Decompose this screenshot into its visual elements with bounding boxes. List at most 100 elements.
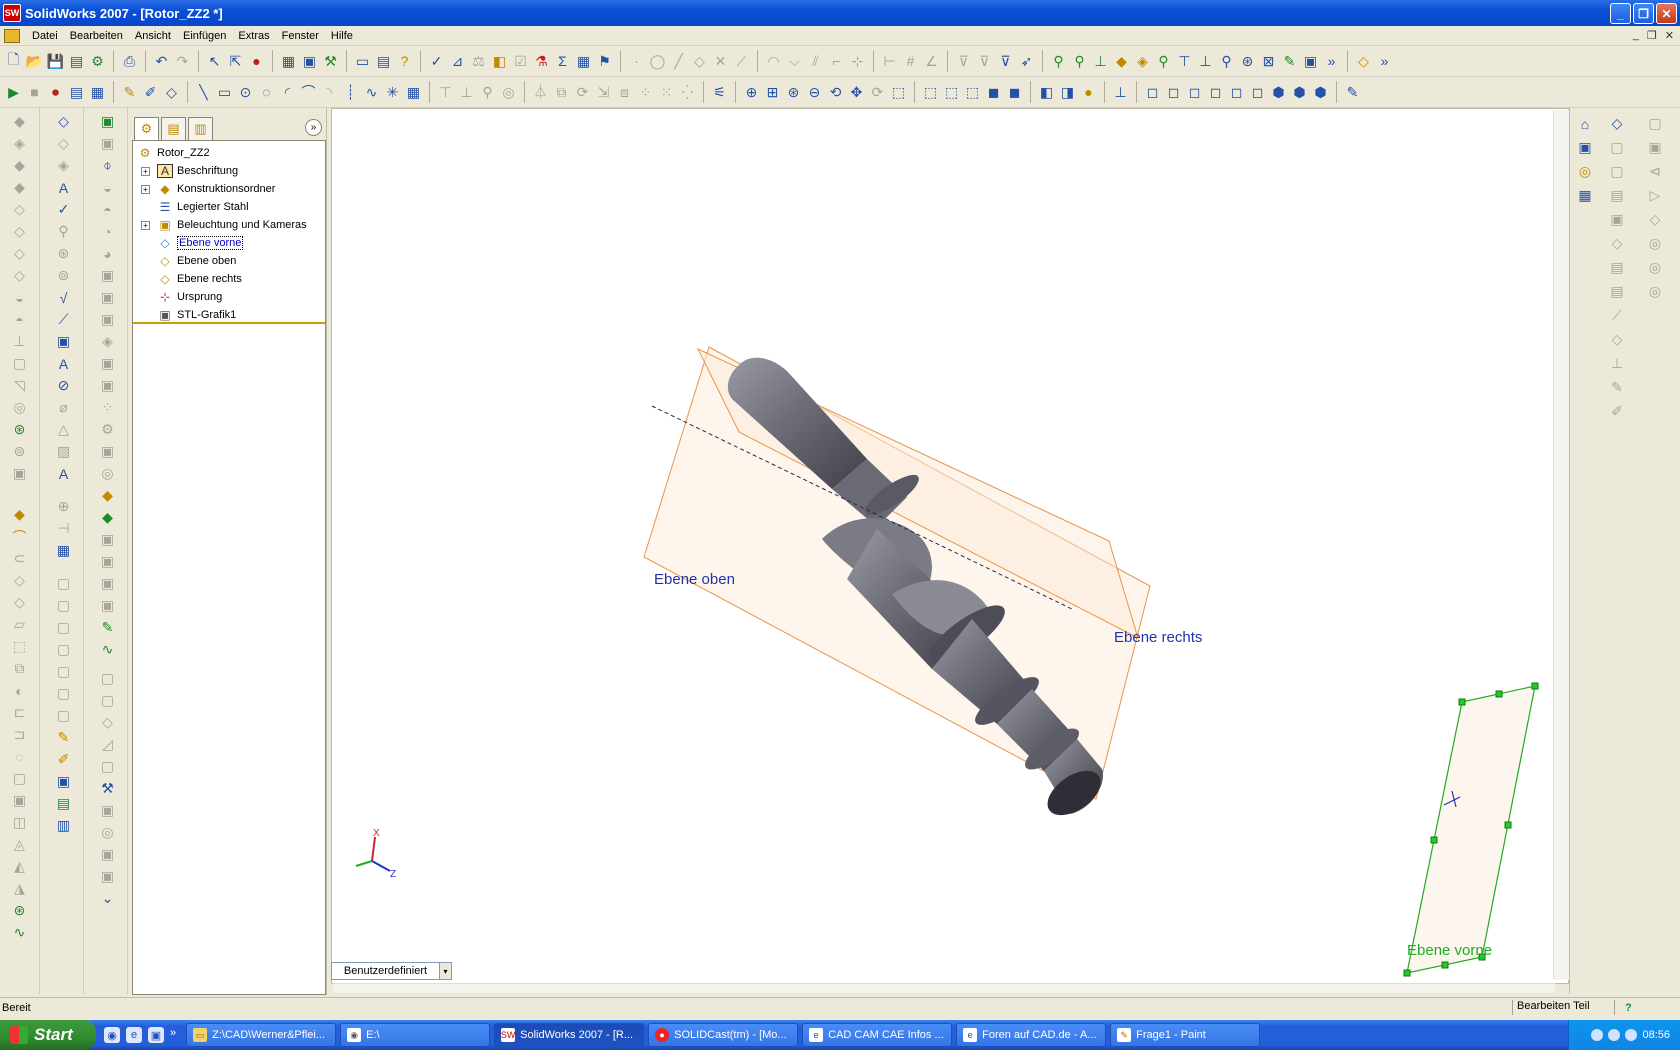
sheetmetal-4-icon[interactable]: ▷: [1646, 186, 1665, 205]
chamfer-icon[interactable]: ⌵: [785, 52, 804, 71]
bottom-view-icon[interactable]: ◻: [1248, 83, 1267, 102]
tray-app-icon[interactable]: [1625, 1029, 1638, 1041]
feature-6-icon[interactable]: ▣: [98, 442, 118, 461]
shut-off-icon[interactable]: ⌽: [98, 156, 118, 175]
drawing-view-4-icon[interactable]: ▣: [1608, 210, 1627, 229]
hidden-lines-removed-icon[interactable]: ⬚: [963, 83, 982, 102]
filter-notes-icon[interactable]: ⊥: [1196, 52, 1215, 71]
standard-views-icon[interactable]: ⬚: [889, 83, 908, 102]
drawing-view-2-icon[interactable]: ▢: [1608, 162, 1627, 181]
evaluate-icon[interactable]: ⚑: [595, 52, 614, 71]
line-tool-icon[interactable]: ╲: [194, 83, 213, 102]
table-annot-icon[interactable]: ▦: [54, 541, 74, 560]
mirror-icon[interactable]: ⏃: [531, 83, 550, 102]
filter-dimensions-icon[interactable]: ⊤: [1175, 52, 1194, 71]
revolve-cut-icon[interactable]: ◇: [10, 222, 30, 241]
filter-planes-icon[interactable]: ⚲: [1070, 52, 1089, 71]
polygon-icon[interactable]: ◇: [690, 52, 709, 71]
stop-icon[interactable]: ■: [25, 83, 44, 102]
knit-icon[interactable]: ⧉: [10, 659, 30, 678]
print-icon[interactable]: ⎙: [120, 52, 139, 71]
replace-face-icon[interactable]: ▣: [10, 791, 30, 810]
surface-extrude-icon[interactable]: ◆: [10, 505, 30, 524]
convert-icon[interactable]: ◎: [499, 83, 518, 102]
macro-icon[interactable]: ▤: [67, 83, 86, 102]
tree-item-ebene-rechts[interactable]: ◇ Ebene rechts: [133, 270, 325, 288]
zoom-selection-icon[interactable]: ⊖: [805, 83, 824, 102]
sheet-3-icon[interactable]: ▢: [54, 618, 74, 637]
surface-sweep-icon[interactable]: ⊂: [10, 549, 30, 568]
shadows-icon[interactable]: ◧: [1037, 83, 1056, 102]
filter-icon[interactable]: ⊽: [954, 52, 973, 71]
drawing-view-11-icon[interactable]: ✎: [1608, 378, 1627, 397]
table-icon[interactable]: ▦: [574, 52, 593, 71]
extrude-cut-icon[interactable]: ◇: [10, 200, 30, 219]
view-state-combo[interactable]: Benutzerdefiniert ▾: [331, 962, 452, 980]
rib-icon[interactable]: ⊥: [10, 332, 30, 351]
propertymanager-tab-icon[interactable]: ▤: [161, 117, 186, 140]
drawing-view-8-icon[interactable]: ⟋: [1608, 306, 1627, 325]
menu-fenster[interactable]: Fenster: [276, 30, 325, 42]
check-icon[interactable]: ☑: [511, 52, 530, 71]
draft-analysis-icon[interactable]: ▣: [98, 288, 118, 307]
three-point-arc-icon[interactable]: ⌒: [299, 83, 318, 102]
dropdown-arrow-icon[interactable]: ▾: [439, 963, 451, 979]
sweep-boss-icon[interactable]: ◆: [10, 156, 30, 175]
centerline-icon[interactable]: ┊: [341, 83, 360, 102]
start-button[interactable]: Start: [0, 1020, 96, 1050]
chamfer-feature-icon[interactable]: ◓: [10, 310, 30, 329]
front-view-icon[interactable]: ◻: [1143, 83, 1162, 102]
expand-icon[interactable]: +: [141, 185, 150, 194]
drawing-view-6-icon[interactable]: ▤: [1608, 258, 1627, 277]
taskbar-item-drive[interactable]: ◉ E:\: [340, 1023, 491, 1047]
hole-callout-icon[interactable]: ⌀: [54, 398, 74, 417]
rotate-icon[interactable]: ⟳: [573, 83, 592, 102]
trimetric-view-icon[interactable]: ⬢: [1290, 83, 1309, 102]
trim-icon[interactable]: ✕: [711, 52, 730, 71]
smart-dim-icon[interactable]: ◇: [162, 83, 181, 102]
filter-datum-icon[interactable]: ⊠: [1259, 52, 1278, 71]
select-icon[interactable]: ↖: [205, 52, 224, 71]
sketch-grid-tool-icon[interactable]: ▦: [404, 83, 423, 102]
sheetmetal-2-icon[interactable]: ▣: [1646, 138, 1665, 157]
edit-sketch-icon[interactable]: ✎: [54, 728, 74, 747]
feature-25-icon[interactable]: ▣: [98, 867, 118, 886]
selection-filter-icon[interactable]: ⇱: [226, 52, 245, 71]
expand-icon[interactable]: +: [141, 221, 150, 230]
equations-icon[interactable]: ⚗: [532, 52, 551, 71]
plane-label-top[interactable]: Ebene oben: [654, 571, 735, 588]
boundary-surface-icon[interactable]: ◇: [10, 593, 30, 612]
sheetmetal-6-icon[interactable]: ◎: [1646, 234, 1665, 253]
curve-icon[interactable]: ∿: [10, 923, 30, 942]
filter-solids-icon[interactable]: ◆: [1112, 52, 1131, 71]
tree-item-ursprung[interactable]: ⊹ Ursprung: [133, 288, 325, 306]
move-icon[interactable]: ⧉: [552, 83, 571, 102]
file-properties-icon[interactable]: ▣: [300, 52, 319, 71]
radiate-icon[interactable]: ◬: [10, 835, 30, 854]
isometric-view-icon[interactable]: ⬢: [1269, 83, 1288, 102]
quicklaunch-ie-icon[interactable]: e: [126, 1027, 142, 1043]
clock[interactable]: 08:56: [1642, 1029, 1670, 1041]
configurationmanager-tab-icon[interactable]: ▥: [188, 117, 213, 140]
help-icon[interactable]: ?: [1614, 1000, 1674, 1015]
vertical-scrollbar[interactable]: [1553, 110, 1569, 980]
scale-mold-icon[interactable]: ▣: [98, 266, 118, 285]
new-icon[interactable]: 🗋: [4, 51, 23, 71]
rotate-view-icon[interactable]: ⟲: [826, 83, 845, 102]
core-icon[interactable]: ◕: [98, 244, 118, 263]
circular-pattern-icon[interactable]: ⁛: [678, 83, 697, 102]
fillet-feature-icon[interactable]: ◒: [10, 288, 30, 307]
redo-icon[interactable]: ↷: [173, 52, 192, 71]
feature-15-icon[interactable]: ∿: [98, 640, 118, 659]
expand-icon[interactable]: +: [141, 167, 150, 176]
top-view-icon[interactable]: ◻: [1227, 83, 1246, 102]
smart-dimension-2-icon[interactable]: ◇: [1354, 52, 1373, 71]
offset-surface-icon[interactable]: ⬚: [10, 637, 30, 656]
filter-gtol-icon[interactable]: ⊛: [1238, 52, 1257, 71]
extend-tool-icon[interactable]: ⊥: [457, 83, 476, 102]
feature-11-icon[interactable]: ▣: [98, 552, 118, 571]
graphics-area[interactable]: Ebene oben Ebene rechts Ebene vorne X Z: [331, 108, 1569, 984]
drawing-view-5-icon[interactable]: ◇: [1608, 234, 1627, 253]
menu-ansicht[interactable]: Ansicht: [129, 30, 177, 42]
realview-icon[interactable]: ●: [1079, 83, 1098, 102]
